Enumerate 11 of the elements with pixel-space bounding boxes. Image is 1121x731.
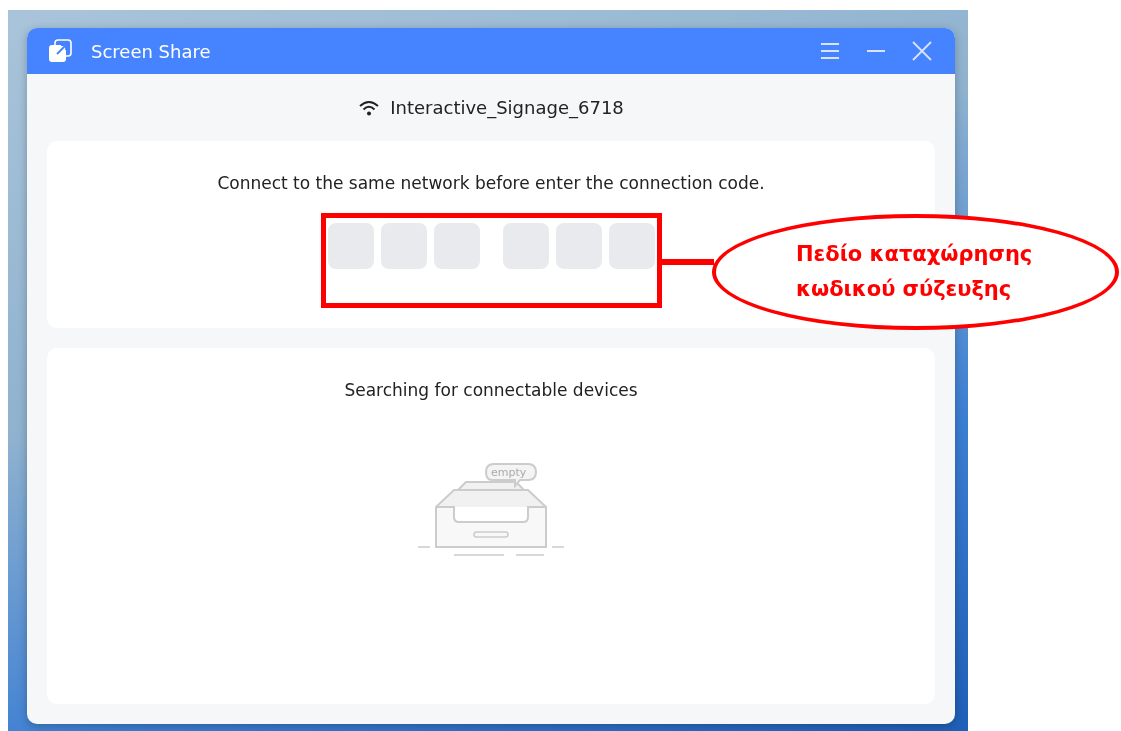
window-title: Screen Share — [91, 40, 211, 62]
network-name: Interactive_Signage_6718 — [390, 97, 624, 118]
app-logo-icon — [47, 38, 73, 64]
code-digit-field[interactable] — [327, 223, 374, 269]
instruction-text: Connect to the same network before enter the connection code. — [217, 173, 765, 193]
close-icon[interactable] — [911, 41, 933, 61]
searching-text: Searching for connectable devices — [344, 380, 638, 400]
menu-icon[interactable] — [819, 42, 841, 60]
empty-label: empty — [491, 466, 527, 479]
wifi-icon — [358, 99, 381, 116]
callout-text: Πεδίο καταχώρησης κωδικού σύζευξης — [796, 241, 1033, 303]
